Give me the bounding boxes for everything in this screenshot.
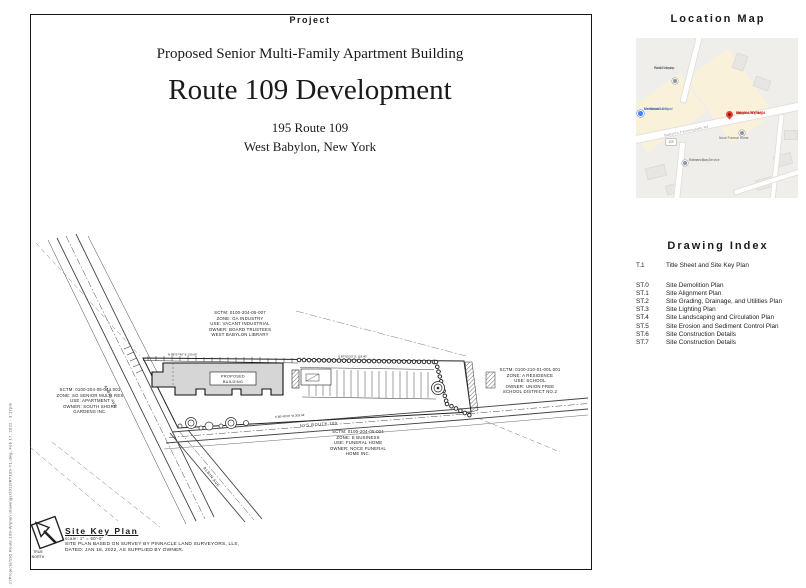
proposed-building: PROPOSED BUILDING [152,363,283,395]
map-poi-blue-icon [637,110,644,117]
tree-symbols [178,418,249,431]
plot-stamp: J:/Projects/195 Route 109-W/plan drawing… [8,405,13,585]
shrub-line [299,360,471,416]
drawing-index-row: ST.7Site Construction Details [636,339,806,347]
map-road-minor [733,166,798,196]
project-title: Route 109 Development [30,74,590,107]
true-north-label-1: TRUE [33,550,43,554]
drawing-index-row: ST.0Site Demolition Plan [636,282,806,290]
project-address-line2: West Babylon, New York [30,139,590,155]
true-north-label-2: NORTH [32,555,45,559]
drawing-index-heading: Drawing Index [640,240,796,252]
site-key-plan-title: Site Key Plan [65,526,138,536]
parcel-note-funeral-home: SCTM: 0100-204-05-004ZONE: E BUSINESS US… [303,429,413,457]
drawing-index-row: ST.5Site Erosion and Sediment Control Pl… [636,323,806,331]
drawing-index-row: ST.4Site Landscaping and Circulation Pla… [636,314,806,322]
ring-symbol [432,382,445,395]
title-sheet-page: { "plot_stamp": "J:/Projects/195 Route 1… [0,0,806,588]
site-key-plan-note: SITE PLAN BASED ON SURVEY BY PINNACLE LA… [65,542,239,554]
location-map-heading: Location Map [640,13,796,25]
map-poi-library-icon [672,78,678,84]
route-109-shield: 109 [665,138,677,146]
map-road-branch [673,142,686,198]
map-poi-bus-icon [682,160,688,166]
map-building [645,164,667,180]
bearing-top-left: N 88°57'40" E 133.65' [168,353,198,357]
drawing-index-row: T.1Title Sheet and Site Key Plan [636,262,806,270]
project-label: Project [30,15,590,25]
bearing-top-right: S 87°55'20" E 118.40' [338,355,367,359]
drawing-index-row: ST.3Site Lighting Plan [636,306,806,314]
north-arrow-icon [31,516,63,548]
site-pads [292,362,495,412]
parcel-note-school: SCTM: 0100-210-01-001.001ZONE: A RESIDEN… [474,367,586,395]
project-subtitle: Proposed Senior Multi-Family Apartment B… [30,46,590,63]
parcel-note-library: SCTM: 0100-204-05-007ZONE: GA INDUSTRY U… [185,310,295,338]
parcel-note-apartments: SCTM: 0100-204-05-044.001ZONE: SG SENIOR… [35,387,145,415]
drawing-index-list: T.1Title Sheet and Site Key Plan ST.0Sit… [636,262,806,347]
bearing-bottom: S 80°45'00" W 303.44' [275,413,306,419]
building-label-1: PROPOSED [221,375,245,379]
map-building [732,52,749,71]
location-map: Babylon Farmingdale Rd 109 West BabylonP… [636,38,798,198]
drawing-index-row: ST.6Site Construction Details [636,331,806,339]
drawing-index-row: ST.2Site Grading, Drainage, and Utilitie… [636,298,806,306]
project-address-line1: 195 Route 109 [30,120,590,136]
building-label-2: BUILDING [223,380,243,384]
road-label-albin-2: ALBIN AVE [202,466,221,489]
drawing-index-row: ST.1Site Alignment Plan [636,290,806,298]
map-building [784,130,798,140]
site-key-plan-scale: scale: 1" = 50'-0" [65,536,104,541]
